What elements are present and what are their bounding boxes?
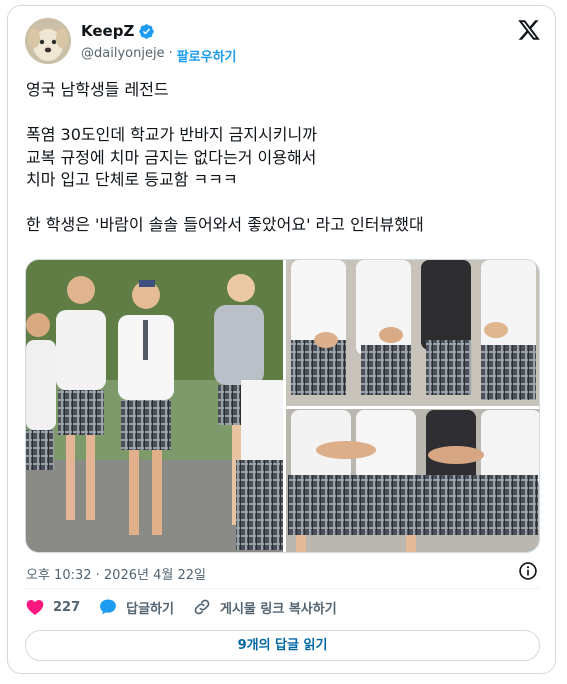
verified-badge-icon xyxy=(139,23,155,39)
dog-avatar-icon xyxy=(25,18,71,64)
reply-button[interactable]: 답글하기 xyxy=(98,597,174,617)
media-image-2[interactable] xyxy=(286,260,540,406)
speech-bubble-icon xyxy=(100,599,117,615)
display-name[interactable]: KeepZ xyxy=(81,22,134,40)
author-name-row: KeepZ xyxy=(81,22,155,40)
media-image-3[interactable] xyxy=(286,409,540,553)
copy-link-label: 게시물 링크 복사하기 xyxy=(219,601,337,617)
like-button[interactable]: 227 xyxy=(25,597,80,617)
handle-row: @dailyonjeje · 팔로우하기 xyxy=(81,46,237,65)
heart-icon xyxy=(26,600,44,615)
separator-dot: · xyxy=(168,46,173,61)
read-replies-button[interactable]: 9개의 답글 읽기 xyxy=(25,630,540,661)
author-handle[interactable]: @dailyonjeje xyxy=(81,46,165,65)
copy-link-button[interactable]: 게시물 링크 복사하기 xyxy=(192,597,337,617)
link-icon xyxy=(194,599,210,615)
divider xyxy=(25,588,540,589)
x-logo-icon[interactable] xyxy=(517,18,541,42)
tweet-card: KeepZ @dailyonjeje · 팔로우하기 영국 남학생들 레전드 폭… xyxy=(7,5,556,674)
like-count: 227 xyxy=(53,599,81,615)
post-timestamp[interactable]: 오후 10:32 · 2026년 4월 22일 xyxy=(26,564,206,583)
media-image-1[interactable] xyxy=(26,260,283,553)
media-grid xyxy=(25,259,540,553)
tweet-text: 영국 남학생들 레전드 폭염 30도인데 학교가 반바지 금지시키니까 교복 규… xyxy=(26,80,424,234)
action-bar: 227 답글하기 게시물 링크 복사하기 xyxy=(25,596,337,618)
avatar[interactable] xyxy=(25,18,71,64)
reply-label: 답글하기 xyxy=(126,601,174,617)
info-icon[interactable] xyxy=(518,561,538,581)
follow-button[interactable]: 팔로우하기 xyxy=(177,46,237,65)
